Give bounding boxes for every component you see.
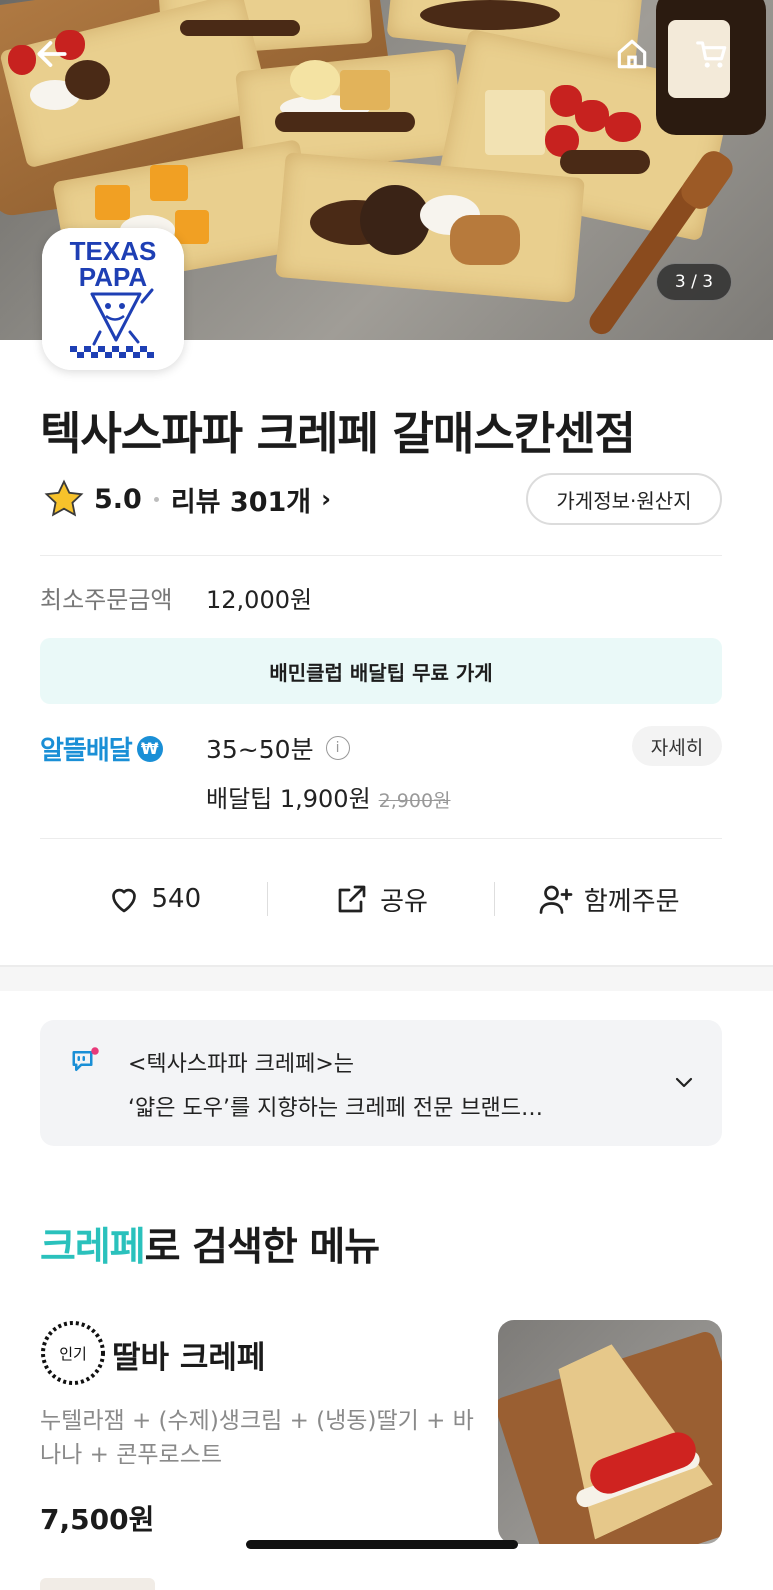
- store-notice[interactable]: <텍사스파파 크레페>는 ‘얇은 도우’를 지향하는 크레페 전문 브랜드…: [40, 1020, 722, 1146]
- share-icon: [338, 885, 366, 913]
- chocolate-drizzle: [180, 20, 300, 36]
- delivery-fee-original: 2,900원: [378, 790, 451, 812]
- menu-price: 7,500원: [40, 1503, 155, 1536]
- strawberry-topping: [605, 112, 641, 142]
- min-order-label: 최소주문금액: [40, 586, 173, 614]
- strawberry-topping: [575, 100, 609, 132]
- like-count: 540: [151, 884, 202, 914]
- notice-line-1: <텍사스파파 크레페>는: [128, 1052, 355, 1077]
- club-banner-text: 배민클럽 배달팁 무료 가게: [269, 660, 493, 685]
- arrow-left-icon: [37, 41, 67, 67]
- peanut-topping: [450, 215, 520, 265]
- brownie-topping: [420, 0, 560, 30]
- store-info-button[interactable]: 가게정보·원산지: [526, 473, 722, 525]
- popular-badge-text: 인기: [59, 1345, 87, 1363]
- menu-name: 딸바 크레페: [112, 1340, 266, 1376]
- cart-button[interactable]: [690, 32, 734, 76]
- message-icon: [72, 1047, 99, 1071]
- cart-icon: [696, 41, 727, 68]
- chocolate-sauce: [560, 150, 650, 174]
- texas-papa-logo: TEXAS PAPA: [42, 228, 184, 370]
- mango-topping: [175, 210, 209, 244]
- like-button[interactable]: 540: [40, 881, 267, 917]
- info-icon[interactable]: i: [325, 736, 350, 760]
- notice-line-2: ‘얇은 도우’를 지향하는 크레페 전문 브랜드…: [128, 1096, 544, 1121]
- home-button[interactable]: [610, 32, 654, 76]
- min-order-value: 12,000원: [206, 586, 313, 614]
- popular-badge-icon: 인기: [41, 1321, 105, 1385]
- delivery-fee: 배달팁 1,900원 2,900원: [206, 779, 451, 814]
- baemin-club-banner[interactable]: 배민클럽 배달팁 무료 가게: [40, 638, 722, 704]
- group-order-label: 함께주문: [583, 886, 680, 917]
- rating-value: 5.0: [94, 483, 142, 515]
- delivery-type: 알뜰배달 ₩: [40, 730, 163, 767]
- add-person-icon: [539, 885, 573, 914]
- back-button[interactable]: [30, 32, 74, 76]
- action-bar: 540 공유 함께주문: [40, 868, 722, 930]
- reviews-link[interactable]: 리뷰 301개 ›: [171, 480, 331, 519]
- group-order-button[interactable]: 함께주문: [495, 881, 722, 918]
- chevron-down-icon[interactable]: [672, 1070, 696, 1094]
- nutella-spread: [275, 112, 415, 132]
- menu-image: [498, 1320, 722, 1544]
- won-badge-icon: ₩: [136, 735, 163, 762]
- menu-description: 누텔라잼 + (수제)생크림 + (냉동)딸기 + 바나나 + 콘푸로스트: [40, 1408, 474, 1468]
- delivery-fee-value: 배달팁 1,900원: [206, 785, 371, 813]
- menu-tag: [40, 1578, 155, 1590]
- delivery-time-value: 35~50분: [206, 735, 314, 764]
- banana-topping: [290, 60, 340, 100]
- cereal-topping: [340, 70, 390, 110]
- store-logo: TEXAS PAPA: [42, 228, 184, 370]
- cheesecake-topping: [485, 90, 545, 155]
- heart-icon: [111, 888, 136, 913]
- store-name: 텍사스파파 크레페 갈매스칸센점: [40, 407, 636, 460]
- logo-text-2: PAPA: [79, 262, 148, 292]
- oreo-topping: [360, 185, 430, 255]
- divider: [40, 838, 722, 839]
- share-button[interactable]: 공유: [268, 881, 495, 918]
- mango-topping: [150, 165, 188, 201]
- star-icon: [44, 479, 84, 517]
- divider: [40, 555, 722, 556]
- image-page-counter: 3 / 3: [656, 263, 732, 301]
- share-label: 공유: [380, 886, 428, 917]
- home-indicator[interactable]: [246, 1540, 518, 1549]
- menu-item[interactable]: 인기 딸바 크레페 누텔라잼 + (수제)생크림 + (냉동)딸기 + 바나나 …: [40, 1320, 722, 1550]
- rating-row: 5.0 리뷰 301개 ›: [42, 474, 331, 524]
- delivery-time: 35~50분 i: [206, 730, 350, 766]
- home-icon: [617, 39, 647, 69]
- section-divider: [0, 965, 773, 991]
- mango-topping: [95, 185, 130, 220]
- separator-dot: [153, 496, 159, 502]
- search-result-title: 크레페로 검색한 메뉴: [40, 1216, 380, 1272]
- delivery-detail-button[interactable]: 자세히: [632, 726, 722, 766]
- search-keyword: 크레페: [40, 1225, 146, 1270]
- search-title-suffix: 로 검색한 메뉴: [144, 1225, 380, 1270]
- delivery-type-label: 알뜰배달: [40, 736, 133, 766]
- reviews-label: 리뷰 301개: [170, 486, 312, 518]
- chevron-right-icon: ›: [321, 485, 332, 513]
